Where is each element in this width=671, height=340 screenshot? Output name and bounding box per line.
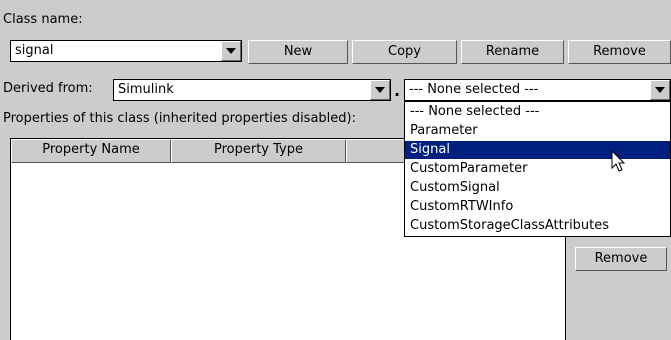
- remove-property-button[interactable]: Remove: [575, 247, 667, 271]
- package-class-separator: .: [394, 81, 401, 100]
- class-name-dropdown-button[interactable]: [221, 41, 241, 61]
- class-name-label: Class name:: [3, 12, 83, 27]
- rename-button[interactable]: Rename: [461, 40, 564, 64]
- remove-class-button[interactable]: Remove: [568, 40, 671, 64]
- derived-class-combobox[interactable]: --- None selected ---: [404, 79, 671, 101]
- copy-button[interactable]: Copy: [352, 40, 457, 64]
- dropdown-option[interactable]: Signal: [405, 141, 670, 159]
- derived-package-combobox[interactable]: Simulink: [113, 79, 391, 101]
- dropdown-option[interactable]: Parameter: [405, 122, 670, 140]
- derived-from-label: Derived from:: [3, 81, 93, 96]
- dropdown-option[interactable]: CustomRTWInfo: [405, 198, 670, 216]
- derived-class-dropdown-button[interactable]: [650, 80, 670, 100]
- chevron-down-icon: [655, 87, 665, 93]
- class-name-combobox[interactable]: signal: [10, 40, 242, 62]
- properties-label: Properties of this class (inherited prop…: [3, 111, 356, 126]
- column-header-property-type[interactable]: Property Type: [171, 139, 346, 163]
- dropdown-option[interactable]: CustomStorageClassAttributes: [405, 217, 670, 235]
- mouse-cursor-icon: [611, 150, 626, 172]
- new-button[interactable]: New: [248, 40, 348, 64]
- derived-class-dropdown-list[interactable]: --- None selected --- Parameter Signal Cust…: [404, 101, 671, 237]
- class-name-value: signal: [15, 43, 54, 58]
- chevron-down-icon: [226, 48, 236, 54]
- column-header-property-name[interactable]: Property Name: [11, 139, 171, 163]
- derived-package-value: Simulink: [118, 82, 174, 97]
- dropdown-option[interactable]: --- None selected ---: [405, 103, 670, 121]
- chevron-down-icon: [375, 87, 385, 93]
- dropdown-option[interactable]: CustomSignal: [405, 179, 670, 197]
- derived-package-dropdown-button[interactable]: [370, 80, 390, 100]
- dropdown-option[interactable]: CustomParameter: [405, 160, 670, 178]
- derived-class-value: --- None selected ---: [409, 82, 539, 97]
